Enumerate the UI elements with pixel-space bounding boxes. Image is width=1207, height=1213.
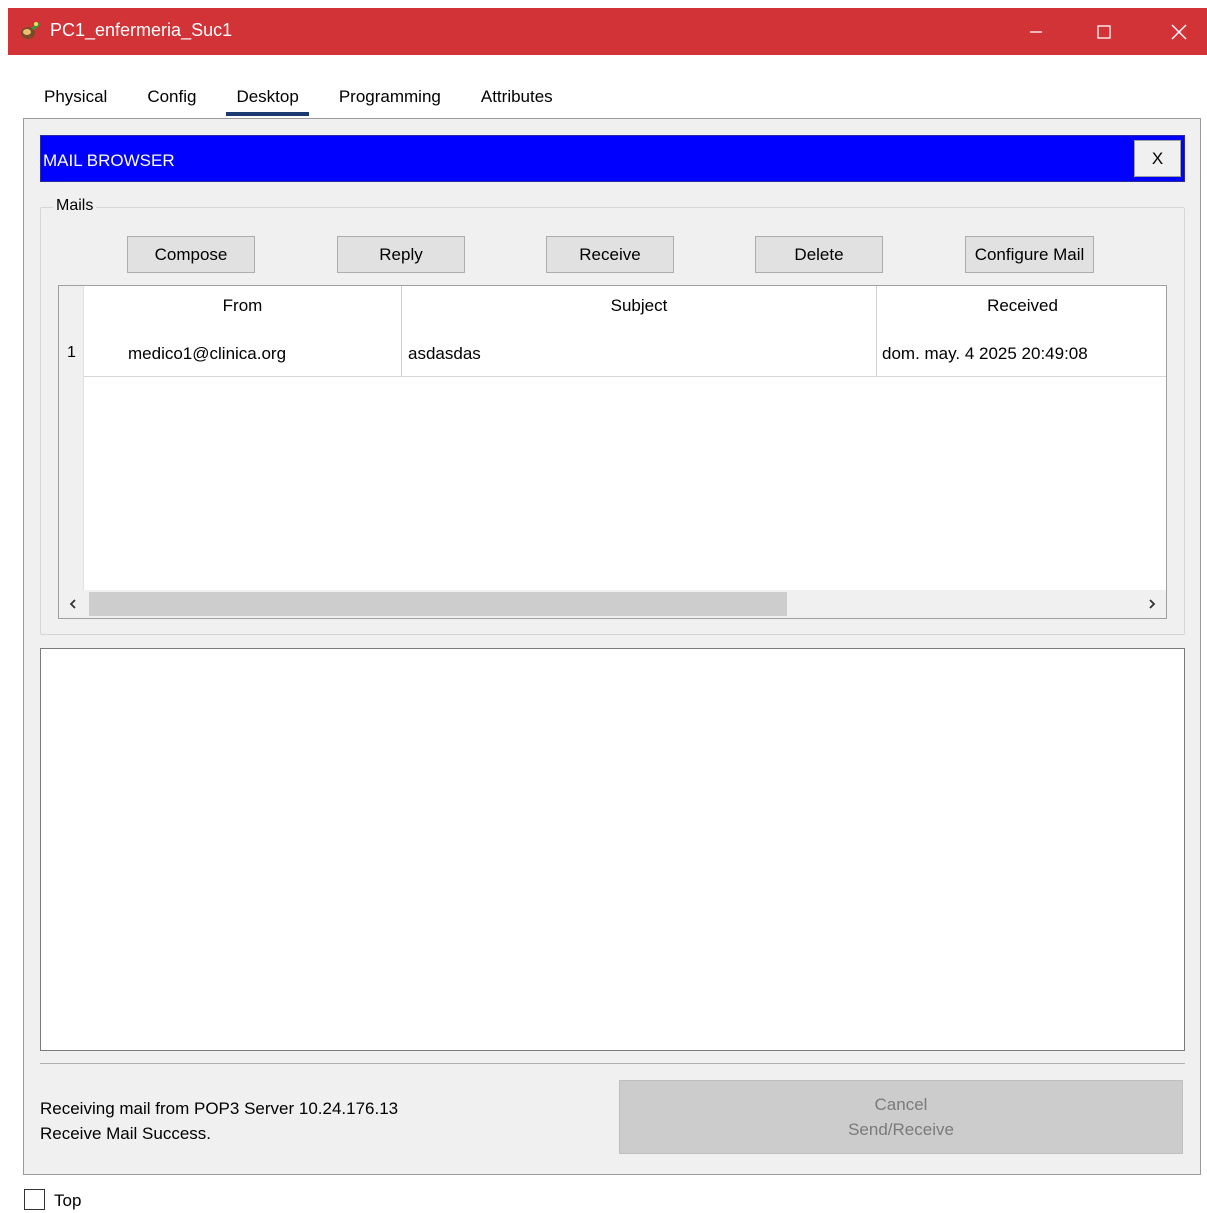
scroll-left-button[interactable] — [59, 590, 87, 618]
scrollbar-thumb[interactable] — [89, 592, 787, 616]
status-line-1: Receiving mail from POP3 Server 10.24.17… — [40, 1099, 399, 1118]
configure-mail-button[interactable]: Configure Mail — [965, 236, 1094, 273]
minimize-icon — [1030, 30, 1042, 33]
tab-config[interactable]: Config — [127, 77, 216, 118]
top-checkbox[interactable] — [24, 1189, 45, 1210]
cell-received: dom. may. 4 2025 20:49:08 — [882, 344, 1088, 363]
tab-attributes[interactable]: Attributes — [461, 77, 573, 118]
row-header-gutter — [59, 286, 84, 590]
close-icon — [1171, 24, 1187, 39]
chevron-left-icon — [69, 599, 76, 609]
mail-browser-title: MAIL BROWSER — [43, 151, 175, 170]
mail-table: From Subject Received 1 medico1@clinica.… — [58, 285, 1167, 619]
cell-from: medico1@clinica.org — [128, 344, 287, 363]
status-area: Receiving mail from POP3 Server 10.24.17… — [40, 1096, 398, 1146]
mail-browser-header: MAIL BROWSER — [40, 135, 1185, 182]
column-header-from[interactable]: From — [84, 286, 402, 330]
delete-button[interactable]: Delete — [755, 236, 883, 273]
horizontal-scrollbar[interactable] — [59, 590, 1166, 618]
mail-preview-pane[interactable] — [40, 648, 1185, 1051]
close-window-button[interactable] — [1151, 8, 1207, 55]
maximize-button[interactable] — [1076, 8, 1132, 55]
row-number: 1 — [67, 344, 76, 361]
top-checkbox-label: Top — [54, 1191, 82, 1210]
tab-bar: Physical Config Desktop Programming Attr… — [24, 77, 615, 118]
divider — [40, 1063, 1185, 1064]
column-separator — [876, 330, 877, 377]
column-header-subject[interactable]: Subject — [402, 286, 877, 330]
tab-physical[interactable]: Physical — [24, 77, 127, 118]
mail-browser-close-button[interactable]: X — [1134, 140, 1181, 177]
status-line-2: Receive Mail Success. — [40, 1124, 212, 1143]
compose-button[interactable]: Compose — [127, 236, 255, 273]
tab-desktop[interactable]: Desktop — [216, 77, 318, 118]
title-bar: PC1_enfermeria_Suc1 — [8, 8, 1207, 55]
cell-subject: asdasdas — [408, 344, 481, 363]
chevron-right-icon — [1149, 599, 1156, 609]
reply-button[interactable]: Reply — [337, 236, 465, 273]
cancel-label-line-1: Cancel — [874, 1095, 928, 1114]
tab-programming[interactable]: Programming — [319, 77, 461, 118]
cancel-label-line-2: Send/Receive — [848, 1120, 954, 1139]
column-separator — [401, 330, 402, 377]
mails-group-label: Mails — [53, 197, 97, 215]
maximize-icon — [1097, 24, 1111, 39]
column-header-received[interactable]: Received — [877, 286, 1166, 330]
app-icon — [21, 22, 40, 39]
receive-button[interactable]: Receive — [546, 236, 674, 273]
scroll-right-button[interactable] — [1138, 590, 1166, 618]
minimize-button[interactable] — [1008, 8, 1064, 55]
window-title: PC1_enfermeria_Suc1 — [50, 20, 233, 40]
cancel-send-receive-button[interactable]: Cancel Send/Receive — [619, 1080, 1183, 1154]
table-row[interactable]: medico1@clinica.org asdasdas dom. may. 4… — [84, 330, 1166, 377]
